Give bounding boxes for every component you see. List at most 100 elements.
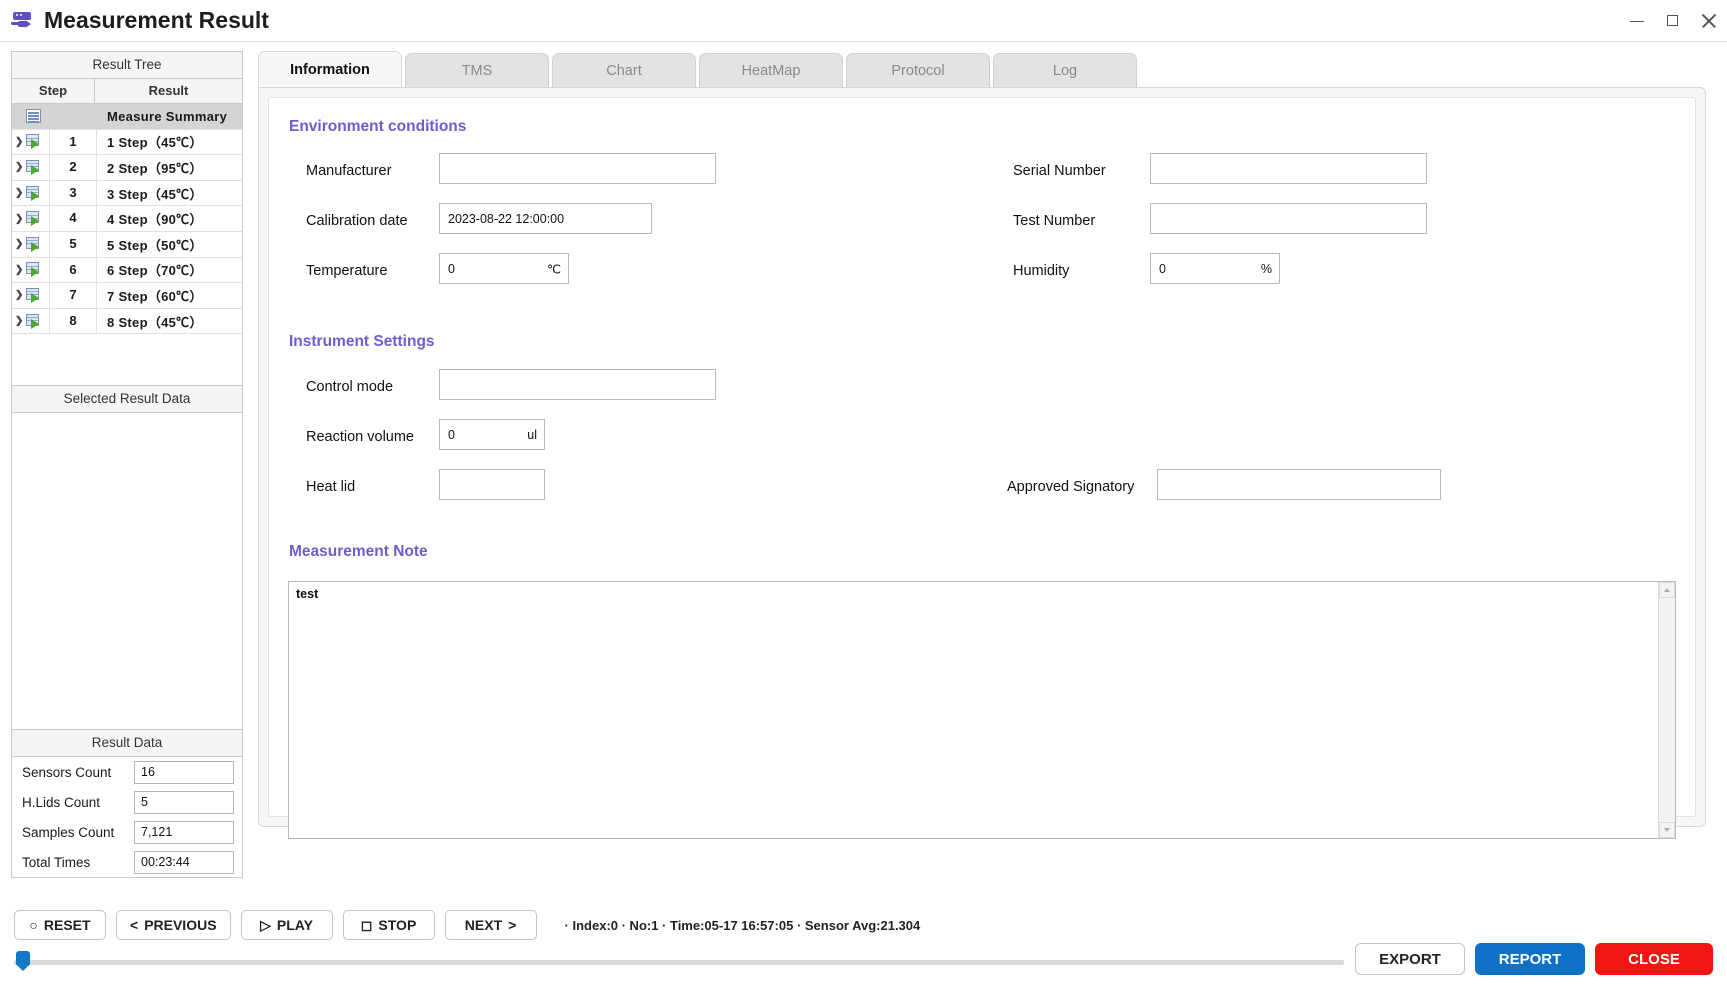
play-button[interactable]: ▷ PLAY [240, 910, 333, 940]
step-icon: ❯ [12, 130, 49, 155]
row-step: 5 [49, 231, 97, 257]
reset-label: RESET [43, 917, 91, 933]
maximize-icon[interactable] [1665, 13, 1681, 29]
tab-label: TMS [461, 62, 493, 79]
humidity-field[interactable]: 0 % [1150, 253, 1280, 284]
play-triangle-icon: ▷ [260, 916, 271, 933]
summary-icon [12, 104, 49, 129]
timeline-slider[interactable] [14, 951, 1344, 973]
hlids-count-value[interactable]: 5 [134, 790, 234, 814]
stop-button[interactable]: ◻ STOP [342, 910, 435, 940]
manufacturer-label: Manufacturer [306, 163, 392, 179]
result-tree-body[interactable]: Measure Summary ❯ 1 1 Step（45℃） ❯ 2 2 St… [11, 104, 243, 386]
measurement-note-textarea[interactable]: test [288, 581, 1676, 839]
tab-protocol[interactable]: Protocol [846, 53, 990, 87]
tab-bar: Information TMS Chart HeatMap Protocol L… [258, 51, 1706, 87]
scroll-up-icon[interactable] [1659, 582, 1675, 598]
test-number-field[interactable] [1150, 203, 1427, 234]
window-title: Measurement Result [44, 7, 269, 33]
scroll-down-icon[interactable] [1659, 822, 1675, 838]
result-tree-column-headers: Step Result [11, 79, 243, 104]
table-row[interactable]: ❯ 1 1 Step（45℃） [12, 129, 242, 156]
result-data-table: Sensors Count 16 H.Lids Count 5 Samples … [11, 757, 243, 878]
column-header-step: Step [12, 79, 95, 103]
row-step: 4 [49, 206, 97, 231]
content-area: Information TMS Chart HeatMap Protocol L… [258, 51, 1706, 878]
table-row[interactable]: ❯ 4 4 Step（90℃） [12, 206, 242, 232]
chevron-right-icon[interactable]: ❯ [15, 316, 23, 327]
tab-heatmap[interactable]: HeatMap [699, 53, 843, 87]
temperature-field[interactable]: 0 ℃ [439, 253, 569, 284]
sensors-count-value[interactable]: 16 [134, 760, 234, 784]
control-mode-label: Control mode [306, 379, 394, 395]
table-row[interactable]: ❯ 3 3 Step（45℃） [12, 180, 242, 207]
samples-count-value[interactable]: 7,121 [134, 820, 234, 844]
tab-label: Chart [606, 62, 642, 79]
minimize-icon[interactable] [1629, 13, 1645, 29]
list-item: Samples Count 7,121 [12, 817, 242, 847]
list-item: Sensors Count 16 [12, 757, 242, 787]
table-row[interactable]: ❯ 5 5 Step（50℃） [12, 231, 242, 258]
row-step: 2 [49, 155, 97, 180]
approved-signatory-field[interactable] [1157, 469, 1441, 500]
reset-button[interactable]: ○ RESET [14, 910, 106, 940]
note-scrollbar[interactable] [1658, 582, 1675, 838]
hlids-count-label: H.Lids Count [22, 794, 101, 810]
chevron-right-icon[interactable]: ❯ [15, 239, 23, 250]
chevron-right-icon[interactable]: ❯ [15, 162, 23, 173]
temperature-unit: ℃ [546, 262, 561, 276]
test-number-label: Test Number [1013, 213, 1096, 229]
table-row[interactable]: ❯ 6 6 Step（70℃） [12, 257, 242, 284]
calibration-date-field[interactable]: 2023-08-22 12:00:00 [439, 203, 652, 234]
tab-tms[interactable]: TMS [405, 53, 549, 87]
table-row[interactable]: ❯ 7 7 Step（60℃） [12, 283, 242, 309]
temperature-value: 0 [448, 261, 455, 276]
control-mode-field[interactable] [439, 369, 716, 400]
tab-label: Information [290, 61, 370, 78]
table-row[interactable]: ❯ 2 2 Step（95℃） [12, 155, 242, 181]
heat-lid-field[interactable] [439, 469, 545, 500]
chevron-right-icon[interactable]: ❯ [15, 213, 23, 224]
chevron-right-icon[interactable]: ❯ [15, 136, 23, 147]
row-step: 7 [49, 283, 97, 308]
tab-label: HeatMap [741, 62, 801, 79]
close-button[interactable]: CLOSE [1595, 943, 1713, 975]
chevron-right-icon[interactable]: ❯ [15, 290, 23, 301]
humidity-label: Humidity [1013, 263, 1070, 279]
result-tree-header: Result Tree [11, 51, 243, 79]
measurement-note-title: Measurement Note [289, 543, 428, 560]
reaction-volume-field[interactable]: 0 ul [439, 419, 545, 450]
step-icon: ❯ [12, 283, 49, 308]
list-item: Total Times 00:23:44 [12, 847, 242, 877]
slider-track[interactable] [14, 960, 1344, 965]
serial-number-field[interactable] [1150, 153, 1427, 184]
tab-information[interactable]: Information [258, 51, 402, 87]
export-button[interactable]: EXPORT [1355, 943, 1465, 975]
row-step: 1 [49, 129, 97, 155]
chevron-right-icon[interactable]: ❯ [15, 188, 23, 199]
information-tab-panel: Environment conditions Manufacturer Cali… [258, 87, 1706, 839]
table-row[interactable]: Measure Summary [12, 104, 242, 130]
tab-log[interactable]: Log [993, 53, 1137, 87]
tab-chart[interactable]: Chart [552, 53, 696, 87]
close-icon[interactable] [1701, 13, 1717, 29]
report-button[interactable]: REPORT [1475, 943, 1585, 975]
next-button[interactable]: NEXT > [444, 910, 537, 940]
chevron-right-icon[interactable]: ❯ [15, 264, 23, 275]
serial-number-label: Serial Number [1013, 163, 1106, 179]
step-icon: ❯ [12, 206, 49, 231]
total-times-label: Total Times [22, 854, 91, 870]
row-result: 6 Step（70℃） [107, 263, 203, 279]
table-row[interactable]: ❯ 8 8 Step（45℃） [12, 308, 242, 335]
stop-label: STOP [378, 917, 417, 933]
reaction-volume-value: 0 [448, 427, 455, 442]
total-times-value[interactable]: 00:23:44 [134, 850, 234, 874]
row-result: 2 Step（95℃） [107, 160, 203, 176]
slider-thumb[interactable] [16, 951, 30, 971]
humidity-unit: % [1260, 261, 1272, 276]
previous-button[interactable]: < PREVIOUS [116, 910, 231, 940]
environment-conditions-title: Environment conditions [289, 118, 467, 135]
manufacturer-field[interactable] [439, 153, 716, 184]
selected-result-data-header: Selected Result Data [11, 386, 243, 413]
heat-lid-label: Heat lid [306, 479, 356, 495]
